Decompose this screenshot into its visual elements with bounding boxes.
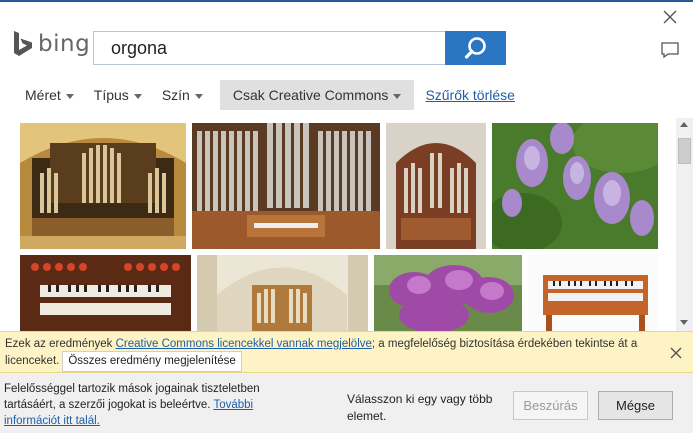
scroll-up-arrow-icon[interactable]: [680, 122, 688, 127]
chevron-down-icon: [65, 93, 74, 99]
filter-type-label: Típus: [93, 87, 129, 103]
copyright-disclaimer: Felelősséggel tartozik mások jogainak ti…: [4, 381, 304, 429]
search-input[interactable]: [94, 32, 445, 64]
show-all-results-button[interactable]: Összes eredmény megjelenítése: [62, 351, 242, 372]
image-result[interactable]: [528, 255, 658, 331]
dialog-footer: Felelősséggel tartozik mások jogainak ti…: [0, 373, 693, 433]
image-result[interactable]: [192, 123, 380, 249]
image-result[interactable]: [386, 123, 486, 249]
image-result[interactable]: [20, 123, 186, 249]
scroll-down-arrow-icon[interactable]: [680, 320, 688, 325]
filter-creative-commons[interactable]: Csak Creative Commons: [219, 80, 415, 110]
results-scrollbar[interactable]: [676, 118, 693, 331]
filter-type[interactable]: Típus: [84, 80, 152, 110]
chevron-down-icon: [393, 93, 402, 99]
license-notice-bar: Ezek az eredmények Creative Commons lice…: [0, 331, 693, 373]
filter-bar: Méret Típus Szín Csak Creative Commons S…: [15, 80, 515, 110]
filter-cc-label: Csak Creative Commons: [232, 87, 389, 103]
chevron-down-icon: [133, 93, 142, 99]
creative-commons-link[interactable]: Creative Commons licencekkel vannak megj…: [116, 338, 372, 350]
chevron-down-icon: [194, 93, 203, 99]
close-icon[interactable]: [661, 8, 679, 26]
image-result[interactable]: [492, 123, 658, 249]
image-result[interactable]: [374, 255, 522, 331]
search-icon: [464, 37, 486, 59]
cancel-button[interactable]: Mégse: [598, 391, 673, 420]
image-result[interactable]: [197, 255, 368, 331]
filter-color[interactable]: Szín: [152, 80, 213, 110]
feedback-icon[interactable]: [660, 40, 680, 60]
filter-color-label: Szín: [161, 87, 190, 103]
window-top-border: [0, 0, 693, 2]
bing-logo-icon: [14, 31, 32, 56]
select-prompt: Válasszon ki egy vagy több elemet.: [347, 392, 493, 423]
close-notice-icon[interactable]: [669, 346, 683, 360]
image-result[interactable]: [20, 255, 191, 331]
search-button[interactable]: [445, 31, 506, 65]
logo-text: bing: [38, 31, 91, 57]
image-results-grid: [0, 118, 676, 331]
license-notice-text: Ezek az eredmények Creative Commons lice…: [5, 336, 645, 372]
clear-filters-link[interactable]: Szűrők törlése: [425, 87, 514, 103]
scrollbar-thumb[interactable]: [678, 138, 691, 164]
filter-size[interactable]: Méret: [15, 80, 84, 110]
insert-button[interactable]: Beszúrás: [513, 391, 588, 420]
filter-size-label: Méret: [25, 87, 61, 103]
bing-logo: bing: [12, 30, 90, 58]
notice-text-before: Ezek az eredmények: [5, 338, 116, 350]
search-box[interactable]: [93, 31, 445, 65]
